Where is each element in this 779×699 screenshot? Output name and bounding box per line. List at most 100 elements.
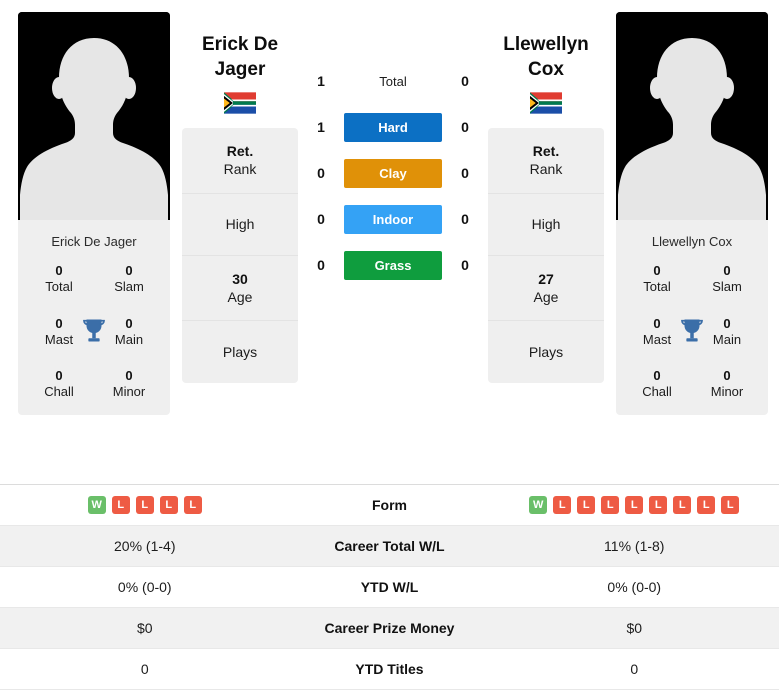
left-ytd-wl: 0% (0-0) xyxy=(117,579,172,595)
left-title-slam: 0 Slam xyxy=(94,263,164,296)
right-meta-age-label: Age xyxy=(533,288,559,305)
form-badge-l[interactable]: L xyxy=(183,496,202,514)
h2h-indoor-label[interactable]: Indoor xyxy=(344,204,442,234)
form-badge-l[interactable]: L xyxy=(553,496,572,514)
right-player-name-block: Llewellyn Cox xyxy=(488,12,604,114)
left-title-minor-label: Minor xyxy=(112,384,146,400)
right-title-minor-label: Minor xyxy=(710,384,744,400)
right-meta-rank-value: Ret. xyxy=(532,143,560,160)
player-comparison-page: Erick De Jager 0 Total 0 Slam 0 Mast 0 M… xyxy=(0,0,779,699)
table-row: 20% (1-4) Career Total W/L 11% (1-8) xyxy=(0,526,779,567)
left-meta-age: 30 Age xyxy=(182,256,298,321)
left-meta-high: High xyxy=(182,194,298,256)
za-flag-icon xyxy=(224,92,256,114)
left-career-prize-money: $0 xyxy=(136,620,153,636)
right-title-minor-value: 0 xyxy=(723,368,731,383)
right-title-chall-label: Chall xyxy=(642,384,672,400)
right-title-total: 0 Total xyxy=(622,263,692,296)
h2h-row-total: 1 Total 0 xyxy=(298,64,488,98)
form-badge-l[interactable]: L xyxy=(649,496,668,514)
person-silhouette-icon xyxy=(616,12,768,220)
left-meta-rank: Ret. Rank xyxy=(182,128,298,194)
left-titles-grid: 0 Total 0 Slam 0 Mast 0 Main 0 Chall 0 M… xyxy=(24,263,164,401)
table-row: 0 YTD Titles 0 xyxy=(0,649,779,690)
right-meta-high: High xyxy=(488,194,604,256)
comparison-header: Erick De Jager 0 Total 0 Slam 0 Mast 0 M… xyxy=(0,0,779,465)
right-titles-grid: 0 Total 0 Slam 0 Mast 0 Main 0 Chall 0 M… xyxy=(622,263,762,401)
form-badge-w[interactable]: W xyxy=(529,496,548,514)
h2h-total-right-score: 0 xyxy=(461,73,469,89)
form-badge-l[interactable]: L xyxy=(135,496,154,514)
right-meta-rank: Ret. Rank xyxy=(488,128,604,194)
left-career-total-wl: 20% (1-4) xyxy=(114,538,176,554)
form-badge-l[interactable]: L xyxy=(721,496,740,514)
h2h-clay-left-score: 0 xyxy=(317,165,325,181)
table-row: WLLLL Form WLLLLLLLL xyxy=(0,485,779,526)
form-badge-l[interactable]: L xyxy=(159,496,178,514)
left-title-minor-value: 0 xyxy=(125,368,133,383)
right-career-total-wl: 11% (1-8) xyxy=(604,538,665,554)
right-form-badges: WLLLLLLLL xyxy=(490,496,779,514)
right-title-chall: 0 Chall xyxy=(622,368,692,401)
form-badge-l[interactable]: L xyxy=(601,496,620,514)
left-meta-age-label: Age xyxy=(227,288,253,305)
stat-label-career-prize-money: Career Prize Money xyxy=(324,620,455,636)
left-form-badges: WLLLL xyxy=(0,496,290,514)
right-ytd-wl: 0% (0-0) xyxy=(607,579,662,595)
h2h-clay-label[interactable]: Clay xyxy=(344,158,442,188)
left-title-total-value: 0 xyxy=(55,263,63,278)
h2h-row-indoor: 0 Indoor 0 xyxy=(298,202,488,236)
form-badge-w[interactable]: W xyxy=(87,496,106,514)
right-meta-age: 27 Age xyxy=(488,256,604,321)
left-meta-card: Ret. Rank High 30 Age Plays xyxy=(182,128,298,383)
head-to-head-column: 1 Total 0 1 Hard 0 0 Clay 0 0 Indoor 0 0 xyxy=(298,12,488,282)
table-row: 0% (0-0) YTD W/L 0% (0-0) xyxy=(0,567,779,608)
h2h-grass-right-score: 0 xyxy=(461,257,469,273)
left-title-chall-value: 0 xyxy=(55,368,63,383)
stat-label-ytd-titles: YTD Titles xyxy=(355,661,424,677)
right-meta-plays-label: Plays xyxy=(528,343,564,360)
left-title-slam-label: Slam xyxy=(114,279,144,295)
stat-label-career-total-wl: Career Total W/L xyxy=(334,538,445,554)
h2h-grass-left-score: 0 xyxy=(317,257,325,273)
h2h-hard-left-score: 1 xyxy=(317,119,325,135)
left-meta-plays-label: Plays xyxy=(222,343,258,360)
right-meta-high-label: High xyxy=(531,215,561,232)
za-flag-icon xyxy=(530,92,562,114)
form-badge-l[interactable]: L xyxy=(111,496,130,514)
right-player-photo xyxy=(616,12,768,220)
left-ytd-titles: 0 xyxy=(140,661,149,677)
right-title-slam-value: 0 xyxy=(723,263,731,278)
right-meta-card: Ret. Rank High 27 Age Plays xyxy=(488,128,604,383)
h2h-grass-label[interactable]: Grass xyxy=(344,250,442,280)
right-meta-plays: Plays xyxy=(488,321,604,383)
form-badge-l[interactable]: L xyxy=(625,496,644,514)
h2h-hard-right-score: 0 xyxy=(461,119,469,135)
stats-comparison-table: WLLLL Form WLLLLLLLL 20% (1-4) Career To… xyxy=(0,484,779,690)
h2h-hard-label[interactable]: Hard xyxy=(344,112,442,142)
right-player-name-line2: Cox xyxy=(528,59,564,81)
left-meta-age-value: 30 xyxy=(232,270,248,287)
right-title-minor: 0 Minor xyxy=(692,368,762,401)
trophy-icon xyxy=(681,319,703,342)
left-title-slam-value: 0 xyxy=(125,263,133,278)
left-player-name-label: Erick De Jager xyxy=(51,234,137,249)
left-title-total-label: Total xyxy=(45,279,73,295)
right-player-card[interactable]: Llewellyn Cox 0 Total 0 Slam 0 Mast 0 Ma… xyxy=(616,12,768,415)
left-player-card[interactable]: Erick De Jager 0 Total 0 Slam 0 Mast 0 M… xyxy=(18,12,170,415)
form-badge-l[interactable]: L xyxy=(673,496,692,514)
left-meta-high-label: High xyxy=(225,215,255,232)
table-row: $0 Career Prize Money $0 xyxy=(0,608,779,649)
h2h-indoor-right-score: 0 xyxy=(461,211,469,227)
right-title-slam-label: Slam xyxy=(712,279,742,295)
right-player-name-line1: Llewellyn xyxy=(503,34,589,55)
left-meta-rank-label: Rank xyxy=(223,161,257,178)
right-title-total-label: Total xyxy=(643,279,671,295)
left-player-photo xyxy=(18,12,170,220)
person-silhouette-icon xyxy=(18,12,170,220)
right-meta-age-value: 27 xyxy=(538,270,554,287)
h2h-total-left-score: 1 xyxy=(317,73,325,89)
form-badge-l[interactable]: L xyxy=(697,496,716,514)
left-title-chall: 0 Chall xyxy=(24,368,94,401)
form-badge-l[interactable]: L xyxy=(577,496,596,514)
